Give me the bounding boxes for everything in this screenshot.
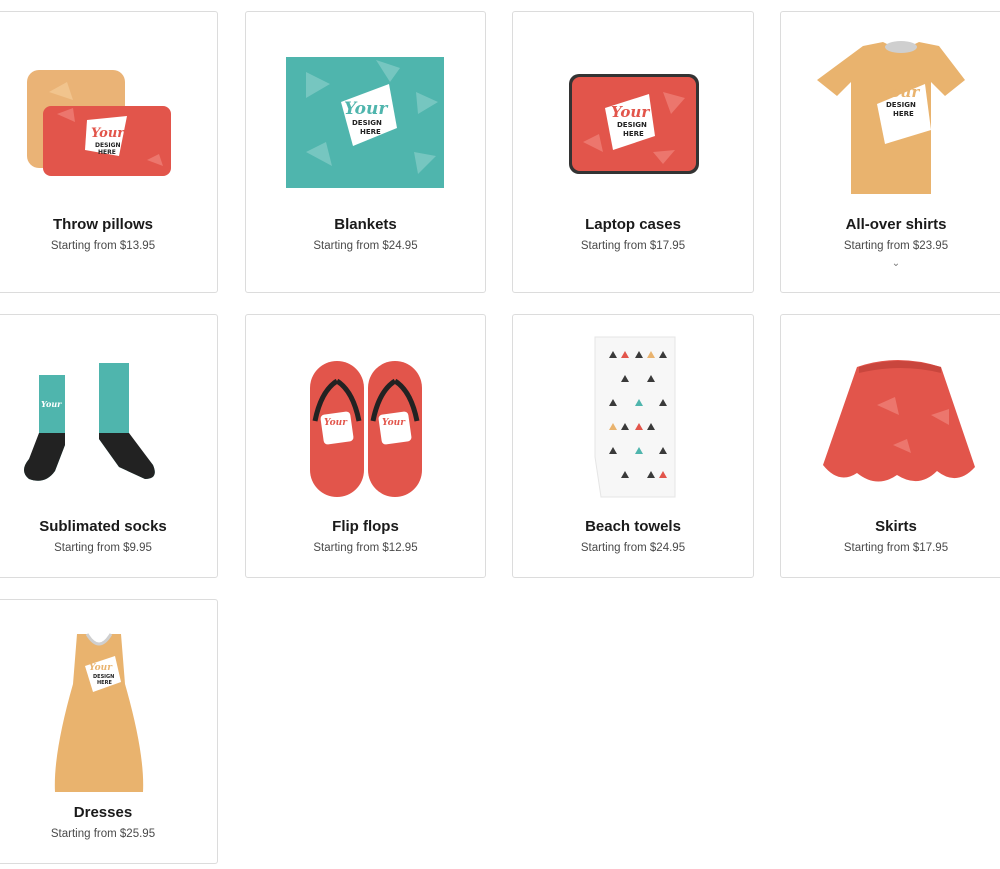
product-title: Blankets bbox=[334, 216, 397, 233]
svg-text:Your: Your bbox=[382, 418, 406, 428]
socks-image: Your bbox=[24, 363, 155, 481]
product-title: All-over shirts bbox=[845, 216, 947, 233]
product-card-beach-towels[interactable]: Beach towels Starting from $24.95 bbox=[512, 314, 754, 578]
product-card-sublimated-socks[interactable]: Your Sublimated socks Starting from $9.9… bbox=[0, 314, 218, 578]
svg-text:HERE: HERE bbox=[97, 680, 112, 686]
svg-text:DESIGN: DESIGN bbox=[352, 119, 382, 127]
product-card-throw-pillows[interactable]: Your DESIGN HERE Throw pillows Starting … bbox=[0, 11, 218, 293]
svg-text:Your: Your bbox=[89, 663, 113, 673]
product-card-dresses[interactable]: Your DESIGN HERE Dresses Starting from $… bbox=[0, 599, 218, 864]
svg-text:Your: Your bbox=[881, 83, 920, 101]
product-title: Laptop cases bbox=[585, 216, 681, 233]
product-price: Starting from $17.95 bbox=[843, 542, 949, 554]
skirt-image bbox=[823, 360, 975, 482]
svg-text:Your: Your bbox=[344, 99, 388, 119]
product-price: Starting from $9.95 bbox=[54, 542, 152, 554]
all-over-shirt-image: Your DESIGN HERE bbox=[817, 41, 965, 194]
laptop-case-image: Your DESIGN HERE bbox=[569, 74, 699, 174]
svg-text:HERE: HERE bbox=[98, 149, 116, 156]
product-title: Flip flops bbox=[332, 518, 399, 535]
svg-text:Your: Your bbox=[611, 103, 650, 121]
svg-text:HERE: HERE bbox=[893, 110, 914, 118]
dress-image: Your DESIGN HERE bbox=[54, 633, 144, 792]
svg-text:DESIGN: DESIGN bbox=[95, 142, 121, 149]
product-card-laptop-cases[interactable]: Your DESIGN HERE Laptop cases Starting f… bbox=[512, 11, 754, 293]
svg-text:Your: Your bbox=[91, 126, 125, 141]
throw-pillows-image: Your DESIGN HERE bbox=[27, 70, 171, 176]
product-title: Beach towels bbox=[585, 518, 681, 535]
svg-text:Your: Your bbox=[41, 399, 62, 409]
svg-text:HERE: HERE bbox=[360, 128, 381, 136]
product-price: Starting from $13.95 bbox=[50, 240, 156, 252]
product-price: Starting from $12.95 bbox=[313, 542, 418, 554]
svg-text:DESIGN: DESIGN bbox=[886, 101, 916, 109]
product-price: Starting from $17.95 bbox=[580, 240, 686, 252]
product-title: Throw pillows bbox=[53, 216, 153, 233]
product-price: Starting from $25.95 bbox=[50, 828, 156, 840]
product-title: Skirts bbox=[875, 518, 917, 535]
svg-text:Your: Your bbox=[324, 418, 348, 428]
product-title: Sublimated socks bbox=[39, 518, 167, 535]
svg-text:HERE: HERE bbox=[623, 130, 644, 138]
blanket-image: Your DESIGN HERE bbox=[286, 57, 444, 188]
svg-text:DESIGN: DESIGN bbox=[617, 121, 647, 129]
product-title: Dresses bbox=[73, 804, 133, 821]
product-card-blankets[interactable]: Your DESIGN HERE Blankets Starting from … bbox=[245, 11, 486, 293]
beach-towel-image bbox=[594, 336, 676, 498]
product-price: Starting from $23.95 bbox=[843, 240, 949, 252]
product-card-skirts[interactable]: Skirts Starting from $17.95 bbox=[780, 314, 1000, 578]
product-price: Starting from $24.95 bbox=[580, 542, 686, 554]
product-card-all-over-shirts[interactable]: Your DESIGN HERE All-over shirts Startin… bbox=[780, 11, 1000, 293]
product-card-flip-flops[interactable]: Your Your Flip flops Starting from $12.9… bbox=[245, 314, 486, 578]
flip-flops-image: Your Your bbox=[310, 361, 422, 497]
product-price: Starting from $24.95 bbox=[313, 240, 418, 252]
chevron-down-icon[interactable]: ⌄ bbox=[781, 258, 1000, 269]
